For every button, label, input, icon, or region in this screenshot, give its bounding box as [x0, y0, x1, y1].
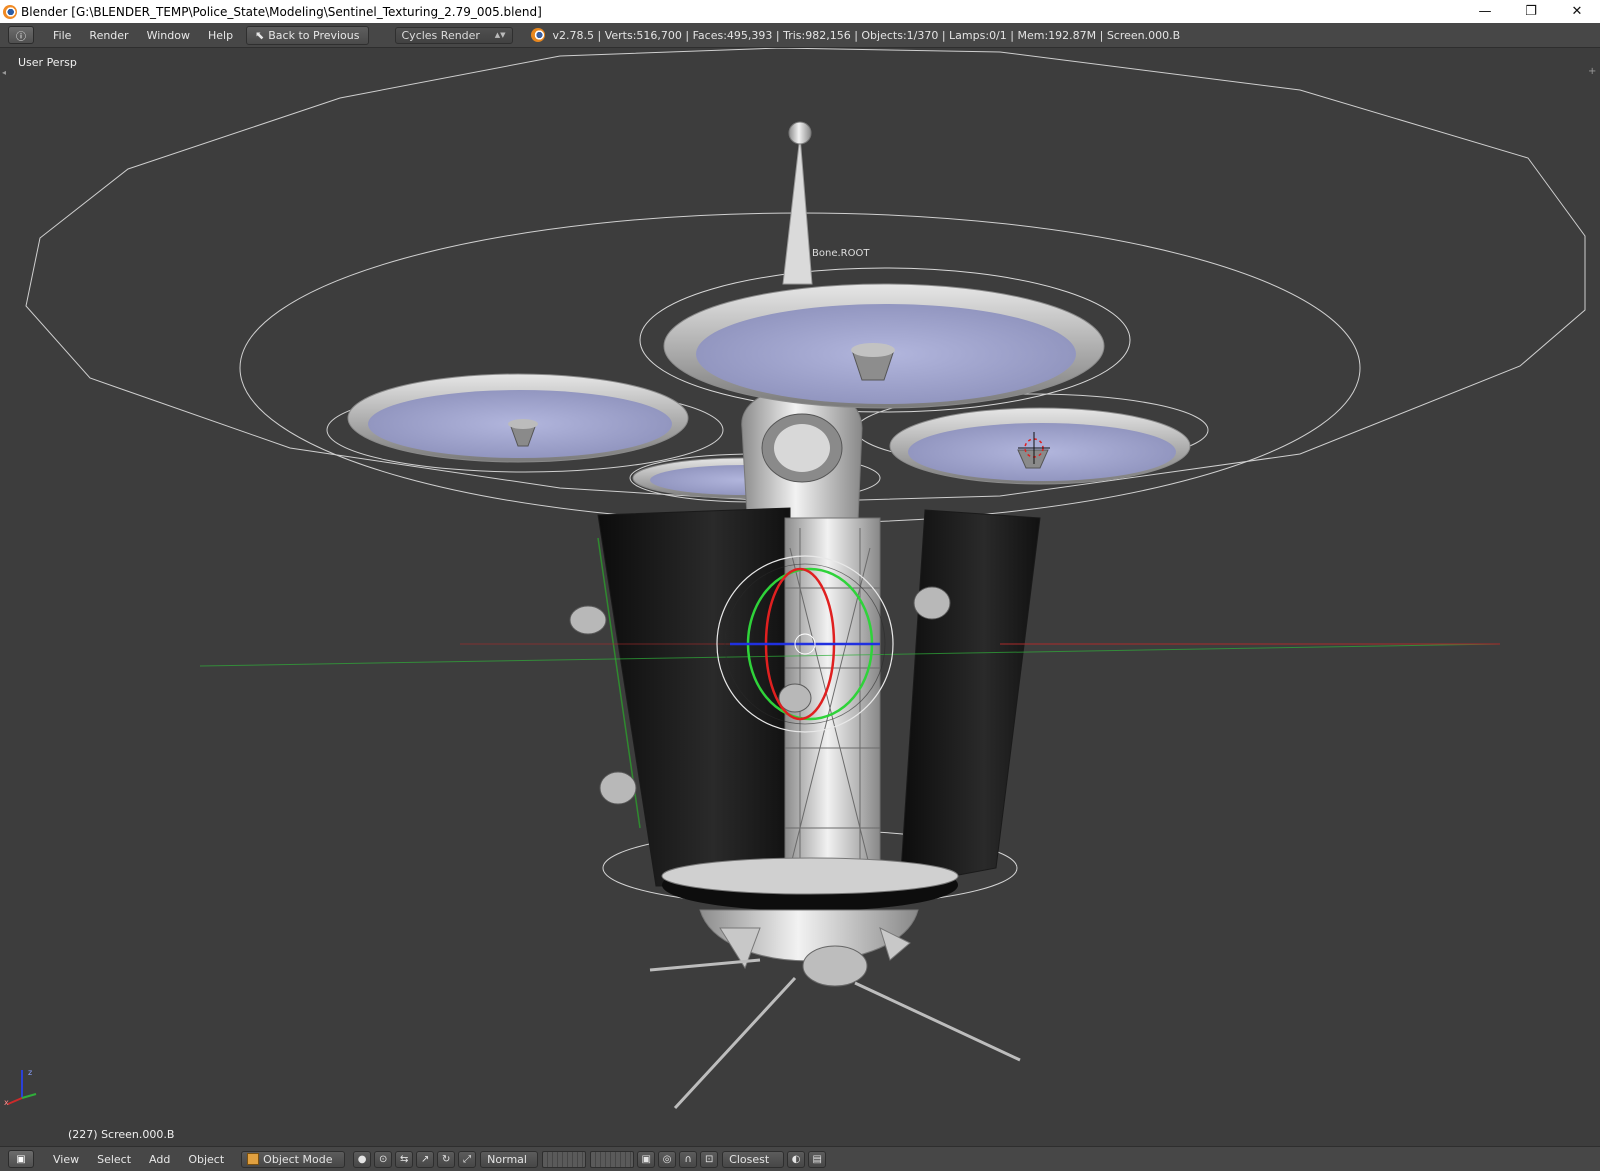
lock-icon[interactable]: ▣ — [637, 1150, 656, 1168]
dropdown-arrows-icon: ▲▼ — [494, 31, 506, 39]
menu-help[interactable]: Help — [199, 29, 242, 42]
antenna-ball — [788, 121, 812, 145]
menu-render[interactable]: Render — [80, 29, 137, 42]
scale-icon[interactable]: ⤢ — [458, 1150, 477, 1168]
rotate-icon[interactable]: ↻ — [437, 1150, 456, 1168]
snap-target-select[interactable]: Closest — [722, 1150, 785, 1168]
menu-object[interactable]: Object — [179, 1153, 233, 1166]
z-axis-label: z — [28, 1068, 33, 1077]
window-title: Blender [G:\BLENDER_TEMP\Police_State\Mo… — [21, 4, 542, 19]
back-arrow-icon: ⬉ — [255, 28, 265, 42]
object-mode-cube-icon — [247, 1153, 260, 1165]
layers-grid-icon-2[interactable] — [590, 1150, 635, 1168]
left-panel — [597, 507, 791, 887]
info-header: ⓘ File Render Window Help ⬉ Back to Prev… — [0, 23, 1600, 48]
restore-button[interactable]: ❐ — [1508, 0, 1554, 23]
editor-type-icon[interactable]: ▣ — [8, 1150, 34, 1168]
proportional-edit-icon[interactable]: ◎ — [658, 1150, 677, 1168]
render-engine-select[interactable]: Cycles Render ▲▼ — [394, 26, 513, 44]
layers-grid-icon[interactable] — [542, 1150, 587, 1168]
orientation-select[interactable]: Normal — [480, 1150, 539, 1168]
menu-file[interactable]: File — [44, 29, 80, 42]
3d-view-header: ▣ View Select Add Object Object Mode ● ⊙… — [0, 1146, 1600, 1171]
pivot-icon[interactable]: ⊙ — [374, 1150, 393, 1168]
render-engine-label: Cycles Render — [401, 28, 480, 42]
translate-icon[interactable]: ↗ — [416, 1150, 435, 1168]
opengl-render-icon[interactable]: ▤ — [808, 1150, 827, 1168]
x-axis-label: x — [4, 1098, 9, 1107]
active-object-info: (227) Screen.000.B — [68, 1128, 175, 1141]
3d-viewport[interactable]: User Persp ◂ + Bone.ROOT z x (227) Scree… — [0, 48, 1600, 1146]
blender-app-icon — [3, 4, 17, 19]
menu-view[interactable]: View — [44, 1153, 88, 1166]
bone-label: Bone.ROOT — [812, 248, 870, 259]
view-name-label: User Persp — [18, 56, 77, 69]
minimize-button[interactable]: — — [1462, 0, 1508, 23]
menu-add[interactable]: Add — [140, 1153, 179, 1166]
object-mode-label: Object Mode — [263, 1152, 333, 1166]
object-mode-select[interactable]: Object Mode — [241, 1150, 346, 1168]
scene-statistics: v2.78.5 | Verts:516,700 | Faces:495,393 … — [552, 28, 1181, 42]
snap-icon[interactable]: ∩ — [679, 1150, 698, 1168]
menu-select[interactable]: Select — [88, 1153, 140, 1166]
orientation-label: Normal — [487, 1152, 527, 1166]
right-panel — [899, 509, 1041, 887]
back-to-previous-label: Back to Previous — [268, 28, 360, 42]
back-to-previous-button[interactable]: ⬉ Back to Previous — [246, 25, 369, 45]
viewport-shading-icon[interactable]: ● — [353, 1150, 372, 1168]
antenna-spike — [782, 135, 813, 285]
render-icon[interactable]: ◐ — [787, 1150, 806, 1168]
window-title-bar: Blender [G:\BLENDER_TEMP\Police_State\Mo… — [0, 0, 1600, 23]
snap-target-label: Closest — [729, 1152, 770, 1166]
manipulator-icon[interactable]: ⇆ — [395, 1150, 414, 1168]
blender-logo-icon — [530, 28, 545, 42]
info-icon[interactable]: ⓘ — [8, 26, 34, 44]
snap-element-icon[interactable]: ⊡ — [700, 1150, 719, 1168]
menu-window[interactable]: Window — [138, 29, 199, 42]
close-button[interactable]: ✕ — [1554, 0, 1600, 23]
properties-toggle-icon[interactable]: + — [1588, 66, 1598, 77]
toolshelf-toggle-icon[interactable]: ◂ — [2, 68, 10, 78]
scene-render — [7, 48, 1586, 1110]
